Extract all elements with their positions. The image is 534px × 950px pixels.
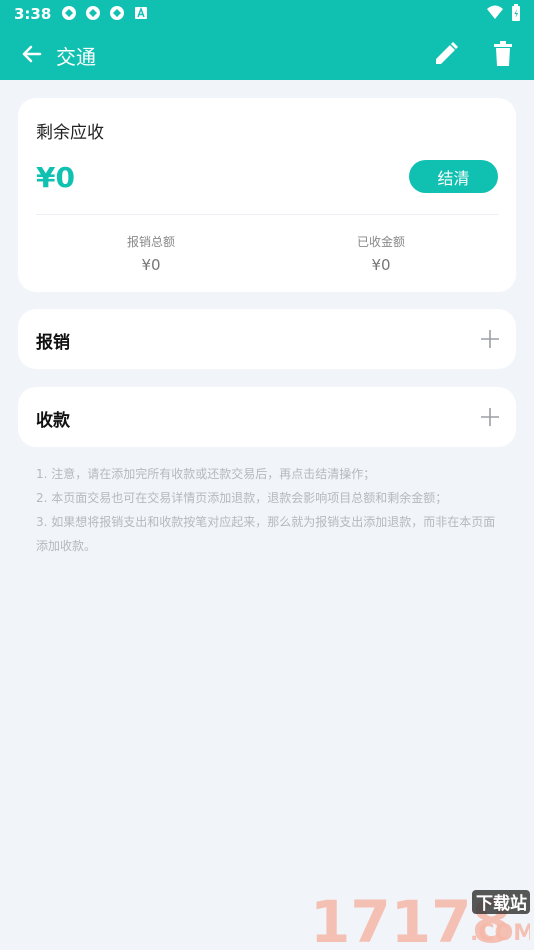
notes: 1. 注意，请在添加完所有收款或还款交易后，再点击结清操作； 2. 本页面交易也… [36, 462, 506, 558]
divider [36, 214, 498, 215]
remaining-receivable-label: 剩余应收 [36, 123, 104, 143]
collection-section[interactable]: 收款 [18, 387, 516, 447]
stat-value: ¥0 [141, 256, 161, 274]
notification-icons [60, 4, 150, 22]
reimburse-label: 报销 [36, 333, 70, 353]
reimburse-section[interactable]: 报销 [18, 309, 516, 369]
received-amount-stat: 已收金额 ¥0 [306, 233, 456, 274]
add-reimburse-plus-icon[interactable] [479, 328, 501, 350]
stat-label: 已收金额 [356, 235, 405, 249]
text-notification-icon [132, 4, 150, 22]
edit-pencil-icon[interactable] [432, 40, 460, 68]
trash-icon[interactable] [490, 40, 516, 68]
stat-value: ¥0 [371, 256, 391, 274]
app-notification-icon [84, 4, 102, 22]
status-time: 3:38 [14, 5, 52, 23]
summary-card: 剩余应收 ¥0 结清 报销总额 ¥0 已收金额 ¥0 [18, 98, 516, 292]
reimburse-total-stat: 报销总额 ¥0 [76, 233, 226, 274]
note-item: 1. 注意，请在添加完所有收款或还款交易后，再点击结清操作； [36, 467, 376, 481]
watermark-text-top: 下载站 [476, 893, 527, 914]
app-notification-icon [108, 4, 126, 22]
site-watermark-logo: 17178 下载站 .COM [310, 884, 534, 950]
watermark-text-bottom: .COM [470, 921, 530, 946]
collection-label: 收款 [36, 411, 70, 431]
battery-icon [510, 4, 522, 26]
settle-button[interactable]: 结清 [409, 160, 498, 193]
remaining-amount: ¥0 [36, 161, 75, 194]
status-bar: 3:38 [0, 0, 534, 28]
app-notification-icon [60, 4, 78, 22]
note-item: 3. 如果想将报销支出和收款按笔对应起来，那么就为报销支出添加退款，而非在本页面… [36, 515, 496, 553]
note-item: 2. 本页面交易也可在交易详情页添加退款，退款会影响项目总额和剩余金额； [36, 491, 448, 505]
system-icons [486, 4, 522, 26]
add-collection-plus-icon[interactable] [479, 406, 501, 428]
wifi-icon [486, 5, 504, 25]
page-title: 交通 [56, 45, 96, 69]
app-bar: 交通 [0, 28, 534, 80]
stat-label: 报销总额 [126, 235, 175, 249]
back-arrow-icon[interactable] [18, 40, 46, 68]
